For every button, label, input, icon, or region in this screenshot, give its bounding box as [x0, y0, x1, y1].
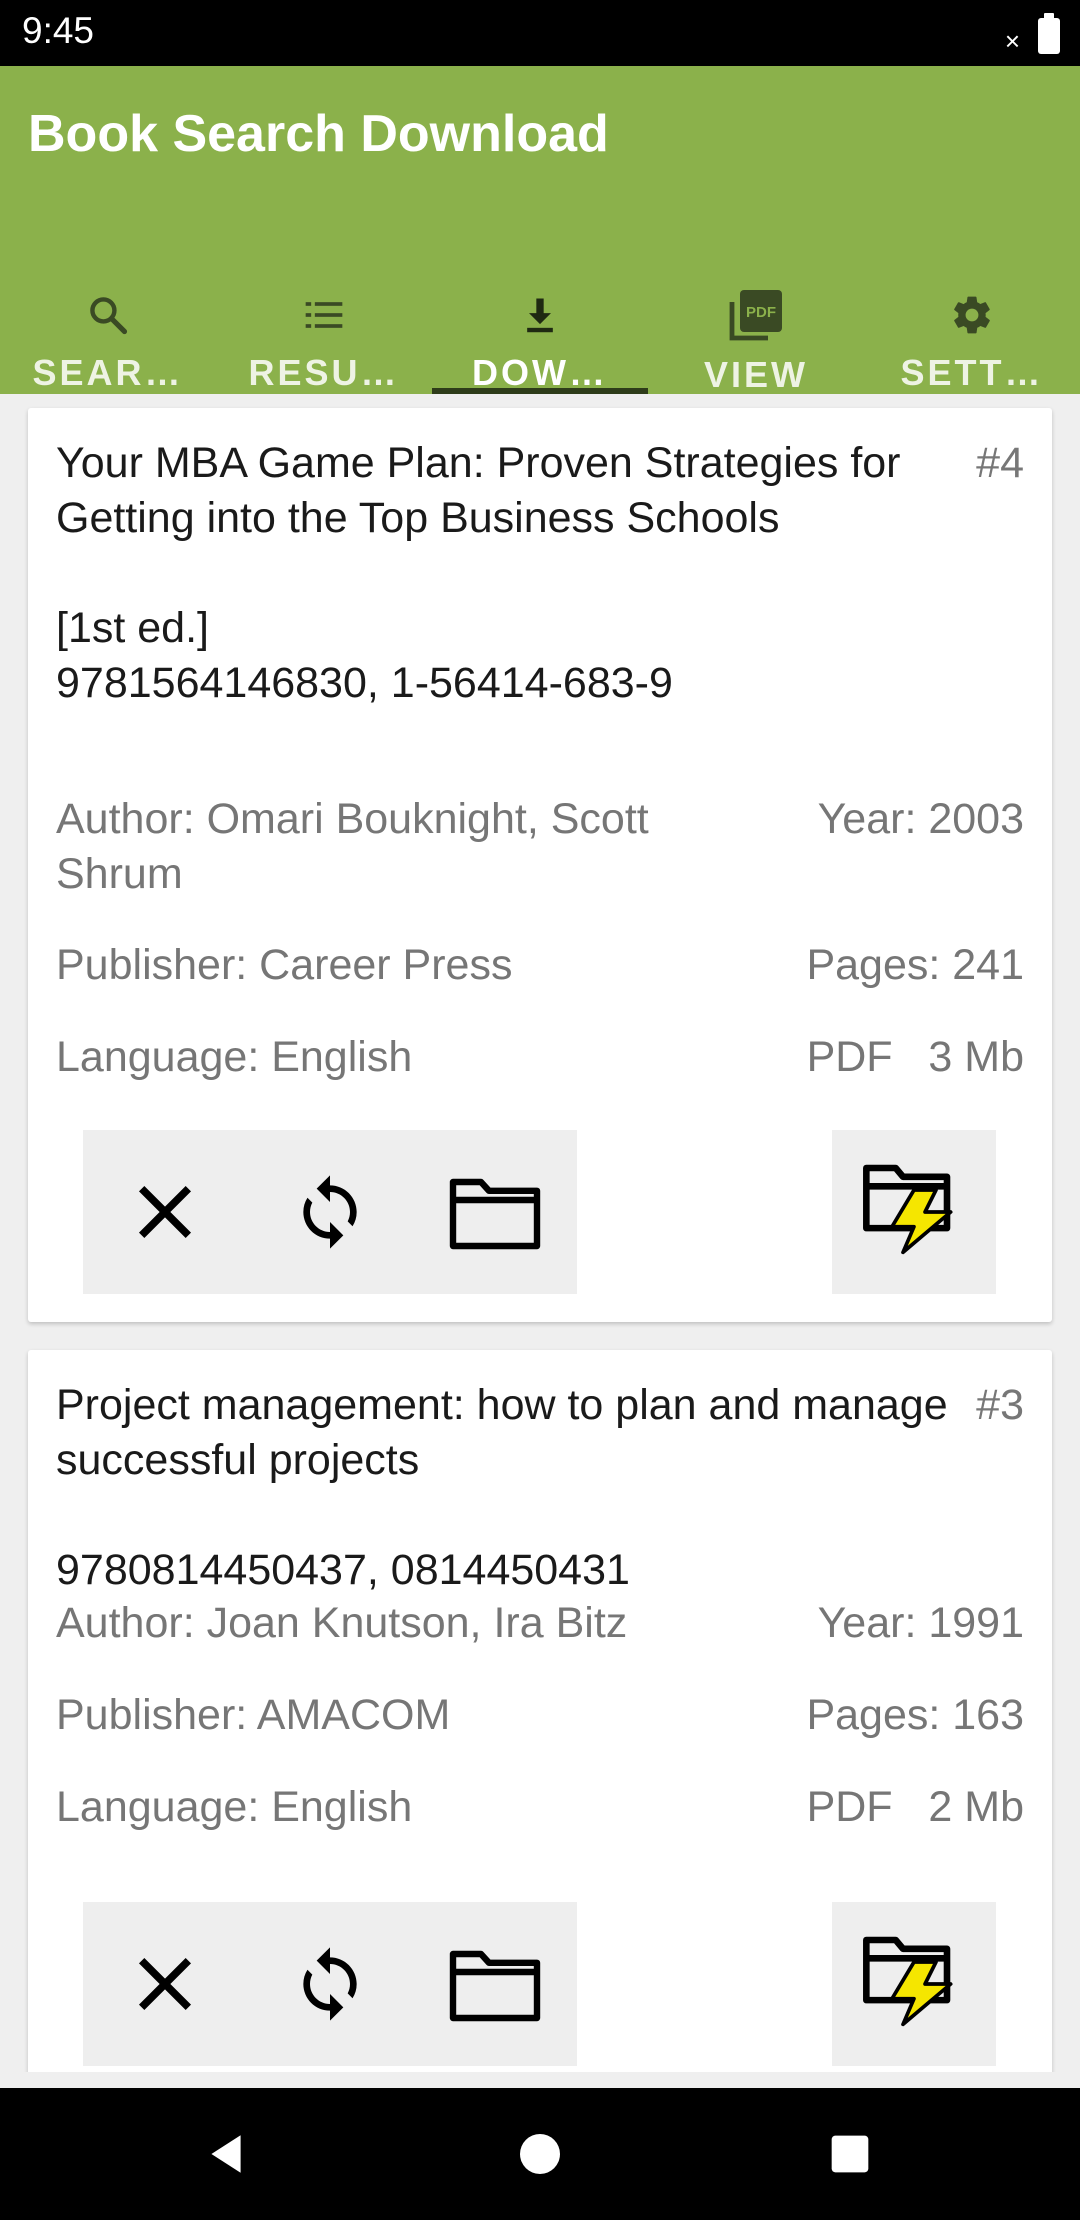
app-bar: Book Search Download SEAR… RESU… DOW… PD…: [0, 66, 1080, 395]
tab-settings[interactable]: SETT…: [864, 222, 1080, 394]
tab-view-label: VIEW: [703, 354, 808, 395]
quick-open-group: [832, 1902, 996, 2066]
battery-icon: [1038, 12, 1060, 54]
author-year-row: Author: Omari Bouknight, Scott Shrum Yea…: [56, 792, 1024, 902]
status-time: 9:45: [22, 10, 95, 51]
book-language: Language: English: [56, 1033, 413, 1081]
tab-results[interactable]: RESU…: [216, 222, 432, 394]
list-icon: [302, 292, 346, 338]
quick-open-button[interactable]: [854, 1152, 974, 1272]
book-year: Year: 2003: [817, 795, 1024, 843]
back-triangle-icon: [211, 2135, 241, 2173]
tab-bar: SEAR… RESU… DOW… PDF VIEW SETT…: [0, 222, 1080, 395]
folder-lightning-icon: [863, 1164, 953, 1255]
tab-download[interactable]: DOW…: [432, 222, 648, 394]
system-nav-bar: [0, 2088, 1080, 2220]
author-year-row: Author: Joan Knutson, Ira Bitz Year: 199…: [56, 1596, 1024, 1651]
cancel-download-button[interactable]: [105, 1152, 225, 1272]
cancel-download-button[interactable]: [105, 1924, 225, 2044]
quick-open-button[interactable]: [854, 1924, 974, 2044]
app-title: Book Search Download: [28, 105, 609, 163]
nav-home-button[interactable]: [500, 2114, 580, 2194]
tab-search[interactable]: SEAR…: [0, 222, 216, 394]
book-author: Author: Joan Knutson, Ira Bitz: [56, 1599, 628, 1647]
open-folder-button[interactable]: [435, 1924, 555, 2044]
folder-icon: [449, 1950, 540, 2022]
pdf-icon-text: PDF: [746, 304, 776, 321]
book-year: Year: 1991: [817, 1599, 1024, 1647]
download-actions: [83, 1902, 577, 2066]
no-signal-icon: ×: [1004, 26, 1020, 56]
book-format-size: PDF 2 Mb: [806, 1783, 1024, 1831]
book-format-size: PDF 3 Mb: [806, 1033, 1024, 1081]
book-pages: Pages: 163: [806, 1691, 1024, 1739]
download-actions: [83, 1130, 577, 1294]
tab-view[interactable]: PDF VIEW: [648, 222, 864, 395]
download-list[interactable]: Your MBA Game Plan: Proven Strategies fo…: [0, 394, 1080, 2072]
status-icons: ×: [1004, 12, 1060, 57]
tab-settings-label: SETT…: [900, 352, 1044, 393]
language-format-row: Language: English PDF 3 Mb: [56, 1030, 1024, 1085]
search-icon: [86, 292, 130, 338]
pdf-icon: PDF: [726, 290, 786, 341]
download-card[interactable]: Project management: how to plan and mana…: [28, 1350, 1052, 2072]
gear-icon: [950, 292, 994, 338]
tab-results-label: RESU…: [248, 352, 400, 393]
book-publisher: Publisher: AMACOM: [56, 1691, 451, 1739]
retry-download-button[interactable]: [270, 1924, 390, 2044]
book-language: Language: English: [56, 1783, 413, 1831]
home-circle-icon: [520, 2134, 560, 2174]
folder-lightning-icon: [863, 1936, 953, 2027]
status-bar: 9:45 ×: [0, 0, 1080, 66]
language-format-row: Language: English PDF 2 Mb: [56, 1780, 1024, 1835]
open-folder-button[interactable]: [435, 1152, 555, 1272]
book-title: Project management: how to plan and mana…: [56, 1381, 948, 1594]
download-icon: [518, 292, 562, 338]
close-icon: [139, 1185, 192, 1239]
tab-search-label: SEAR…: [32, 352, 184, 393]
book-publisher: Publisher: Career Press: [56, 941, 513, 989]
recents-square-icon: [831, 2135, 869, 2173]
retry-download-button[interactable]: [270, 1152, 390, 1272]
folder-icon: [449, 1178, 540, 1250]
nav-back-button[interactable]: [186, 2114, 266, 2194]
download-number: #3: [976, 1381, 1024, 1429]
quick-open-group: [832, 1130, 996, 1294]
close-icon: [139, 1957, 192, 2011]
nav-recents-button[interactable]: [810, 2114, 890, 2194]
publisher-pages-row: Publisher: Career Press Pages: 241: [56, 938, 1024, 993]
refresh-icon: [303, 1947, 357, 2021]
book-pages: Pages: 241: [806, 941, 1024, 989]
publisher-pages-row: Publisher: AMACOM Pages: 163: [56, 1688, 1024, 1743]
book-title: Your MBA Game Plan: Proven Strategies fo…: [56, 439, 901, 707]
refresh-icon: [303, 1175, 357, 1249]
download-card[interactable]: Your MBA Game Plan: Proven Strategies fo…: [28, 408, 1052, 1322]
download-number: #4: [976, 439, 1024, 487]
book-author: Author: Omari Bouknight, Scott Shrum: [56, 795, 649, 898]
